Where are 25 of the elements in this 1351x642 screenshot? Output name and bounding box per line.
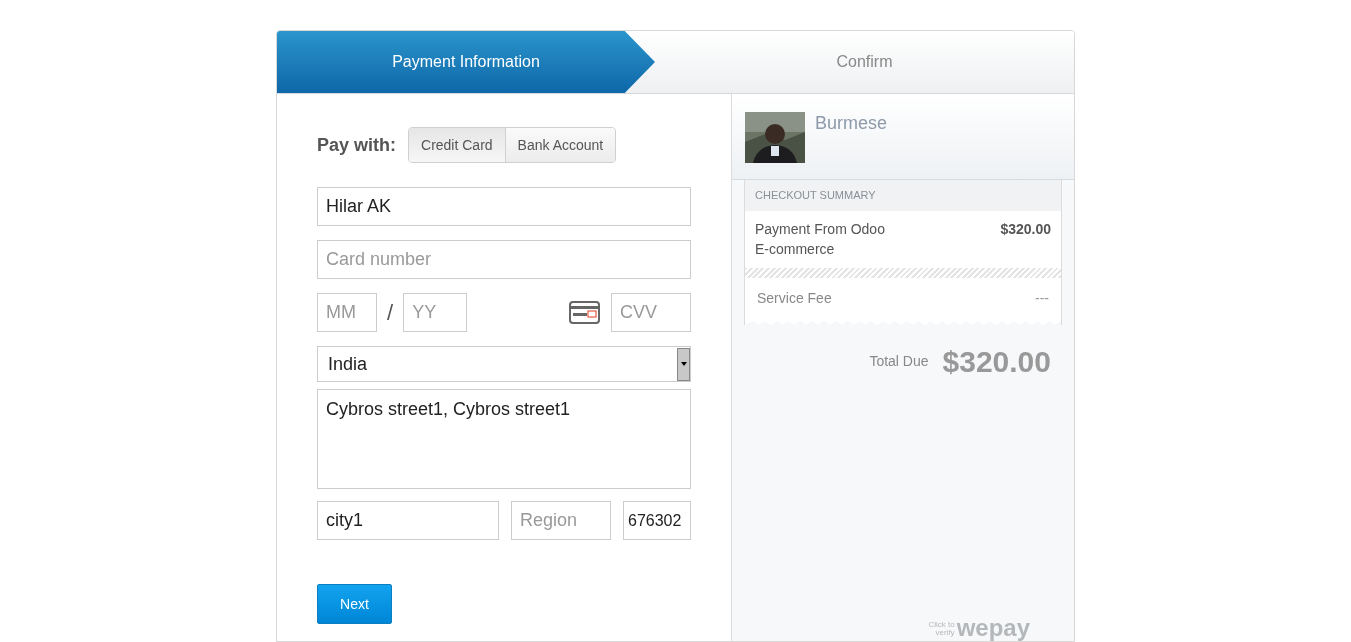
item-description: Payment From Odoo E-commerce bbox=[755, 220, 886, 259]
card-cvv-icon bbox=[569, 301, 600, 324]
fee-amount: --- bbox=[1035, 289, 1049, 308]
city-field[interactable]: city1 bbox=[317, 501, 499, 540]
total-amount: $320.00 bbox=[942, 344, 1051, 380]
step-tab[interactable]: Payment Information bbox=[277, 31, 655, 93]
payment-method-tab[interactable]: Bank Account bbox=[504, 128, 616, 162]
month-field[interactable]: MM bbox=[317, 293, 377, 332]
region-field[interactable]: Region bbox=[511, 501, 611, 540]
merchant-name: Burmese bbox=[815, 112, 888, 135]
cvv-field[interactable]: CVV bbox=[611, 293, 691, 332]
dropdown-caret-icon bbox=[677, 347, 690, 381]
year-field[interactable]: YY bbox=[403, 293, 468, 332]
zip-field[interactable]: 676302 bbox=[623, 501, 691, 540]
total-label: Total Due bbox=[869, 352, 929, 371]
item-amount: $320.00 bbox=[1000, 220, 1051, 239]
name-field[interactable]: Hilar AK bbox=[317, 187, 691, 226]
summary-header: CHECKOUT SUMMARY bbox=[745, 180, 1061, 211]
date-separator: / bbox=[386, 299, 395, 327]
payment-method-tab[interactable]: Credit Card bbox=[409, 128, 505, 162]
pay-with-label: Pay with: bbox=[317, 133, 397, 157]
country-select[interactable]: India bbox=[317, 346, 691, 382]
fee-label: Service Fee bbox=[757, 289, 832, 308]
address-field[interactable]: Cybros street1, Cybros street1 bbox=[317, 389, 691, 489]
card-number-field[interactable]: Card number bbox=[317, 240, 691, 279]
